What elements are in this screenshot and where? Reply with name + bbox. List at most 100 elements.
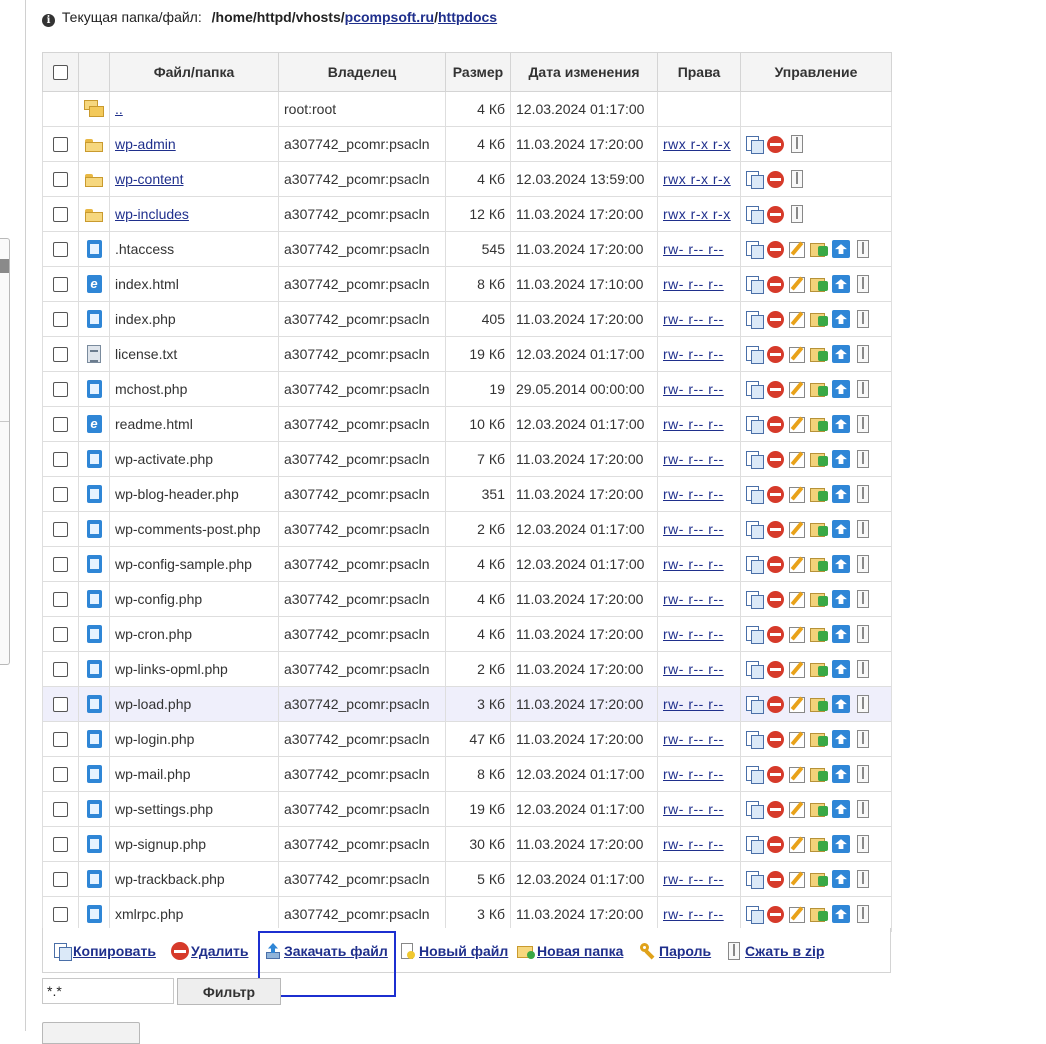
move-icon[interactable] xyxy=(810,660,828,678)
move-icon[interactable] xyxy=(810,310,828,328)
row-name-cell[interactable]: wp-login.php xyxy=(109,721,279,757)
zip-icon[interactable] xyxy=(854,625,872,644)
zip-icon[interactable] xyxy=(854,345,872,364)
move-icon[interactable] xyxy=(810,240,828,258)
row-checkbox[interactable] xyxy=(53,697,68,713)
move-icon[interactable] xyxy=(810,555,828,573)
edit-icon[interactable] xyxy=(788,835,806,854)
edit-icon[interactable] xyxy=(788,625,806,644)
row-name-cell[interactable]: license.txt xyxy=(109,336,279,372)
select-all-checkbox[interactable] xyxy=(53,65,68,81)
row-checkbox[interactable] xyxy=(53,277,68,293)
copy-icon[interactable] xyxy=(745,310,764,330)
row-checkbox[interactable] xyxy=(53,382,68,398)
perms-link[interactable]: rw- r-- r-- xyxy=(663,906,724,922)
row-checkbox[interactable] xyxy=(53,347,68,363)
move-icon[interactable] xyxy=(810,485,828,503)
copy-icon[interactable] xyxy=(745,240,764,260)
zip-icon[interactable] xyxy=(854,450,872,469)
row-checkbox[interactable] xyxy=(53,452,68,468)
delete-icon[interactable] xyxy=(767,240,784,258)
delete-icon[interactable] xyxy=(767,660,784,678)
delete-icon[interactable] xyxy=(767,625,784,643)
delete-icon[interactable] xyxy=(767,870,784,888)
edit-icon[interactable] xyxy=(788,800,806,819)
delete-icon[interactable] xyxy=(767,380,784,398)
edit-icon[interactable] xyxy=(788,380,806,399)
perms-link[interactable]: rw- r-- r-- xyxy=(663,836,724,852)
new-file-action[interactable]: Новый файл xyxy=(399,942,508,960)
path-link-domain[interactable]: pcompsoft.ru xyxy=(345,9,434,25)
download-icon[interactable] xyxy=(832,380,850,399)
perms-link[interactable]: rw- r-- r-- xyxy=(663,276,724,292)
zip-icon[interactable] xyxy=(854,485,872,504)
row-name-cell[interactable]: wp-load.php xyxy=(109,686,279,722)
perms-link[interactable]: rw- r-- r-- xyxy=(663,311,724,327)
copy-icon[interactable] xyxy=(745,135,764,155)
upload-file-action[interactable]: Закачать файл xyxy=(264,942,388,960)
copy-icon[interactable] xyxy=(745,870,764,890)
row-checkbox[interactable] xyxy=(53,487,68,503)
edit-icon[interactable] xyxy=(788,660,806,679)
row-checkbox[interactable] xyxy=(53,312,68,328)
column-header-owner[interactable]: Владелец xyxy=(278,52,446,92)
download-icon[interactable] xyxy=(832,450,850,469)
edit-icon[interactable] xyxy=(788,905,806,924)
edit-icon[interactable] xyxy=(788,695,806,714)
row-name-cell[interactable]: xmlrpc.php xyxy=(109,896,279,932)
row-checkbox[interactable] xyxy=(53,557,68,573)
edit-icon[interactable] xyxy=(788,345,806,364)
perms-link[interactable]: rw- r-- r-- xyxy=(663,871,724,887)
delete-icon[interactable] xyxy=(767,135,784,153)
delete-icon[interactable] xyxy=(767,590,784,608)
copy-icon[interactable] xyxy=(745,415,764,435)
edit-icon[interactable] xyxy=(788,555,806,574)
filter-button[interactable]: Фильтр xyxy=(177,978,281,1005)
row-checkbox[interactable] xyxy=(53,837,68,853)
copy-icon[interactable] xyxy=(745,660,764,680)
delete-icon[interactable] xyxy=(767,730,784,748)
zip-icon[interactable] xyxy=(854,870,872,889)
zip-icon[interactable] xyxy=(854,730,872,749)
download-icon[interactable] xyxy=(832,695,850,714)
zip-icon[interactable] xyxy=(854,310,872,329)
edit-icon[interactable] xyxy=(788,310,806,329)
row-name-cell[interactable]: readme.html xyxy=(109,406,279,442)
folder-link[interactable]: wp-content xyxy=(115,171,183,187)
zip-icon[interactable] xyxy=(854,695,872,714)
move-icon[interactable] xyxy=(810,870,828,888)
perms-link[interactable]: rw- r-- r-- xyxy=(663,661,724,677)
parent-dir-link[interactable]: .. xyxy=(115,101,123,117)
delete-icon[interactable] xyxy=(767,450,784,468)
row-name-cell[interactable]: wp-comments-post.php xyxy=(109,511,279,547)
folder-link[interactable]: wp-admin xyxy=(115,136,176,152)
copy-icon[interactable] xyxy=(745,835,764,855)
download-icon[interactable] xyxy=(832,520,850,539)
move-icon[interactable] xyxy=(810,625,828,643)
row-checkbox[interactable] xyxy=(53,627,68,643)
perms-link[interactable]: rwx r-x r-x xyxy=(663,171,731,187)
zip-icon[interactable] xyxy=(854,765,872,784)
delete-icon[interactable] xyxy=(767,170,784,188)
row-checkbox[interactable] xyxy=(53,592,68,608)
row-name-cell[interactable]: wp-signup.php xyxy=(109,826,279,862)
zip-icon[interactable] xyxy=(854,835,872,854)
perms-link[interactable]: rw- r-- r-- xyxy=(663,801,724,817)
copy-icon[interactable] xyxy=(745,730,764,750)
row-checkbox[interactable] xyxy=(53,907,68,923)
delete-icon[interactable] xyxy=(767,275,784,293)
delete-icon[interactable] xyxy=(767,485,784,503)
delete-icon[interactable] xyxy=(767,695,784,713)
delete-icon[interactable] xyxy=(767,205,784,223)
delete-icon[interactable] xyxy=(767,765,784,783)
zip-icon[interactable] xyxy=(854,660,872,679)
row-checkbox[interactable] xyxy=(53,802,68,818)
delete-icon[interactable] xyxy=(767,555,784,573)
column-header-date[interactable]: Дата изменения xyxy=(510,52,658,92)
perms-link[interactable]: rwx r-x r-x xyxy=(663,206,731,222)
perms-link[interactable]: rwx r-x r-x xyxy=(663,136,731,152)
delete-action[interactable]: Удалить xyxy=(171,942,248,960)
zip-icon[interactable] xyxy=(788,170,806,189)
zip-icon[interactable] xyxy=(854,800,872,819)
perms-link[interactable]: rw- r-- r-- xyxy=(663,626,724,642)
